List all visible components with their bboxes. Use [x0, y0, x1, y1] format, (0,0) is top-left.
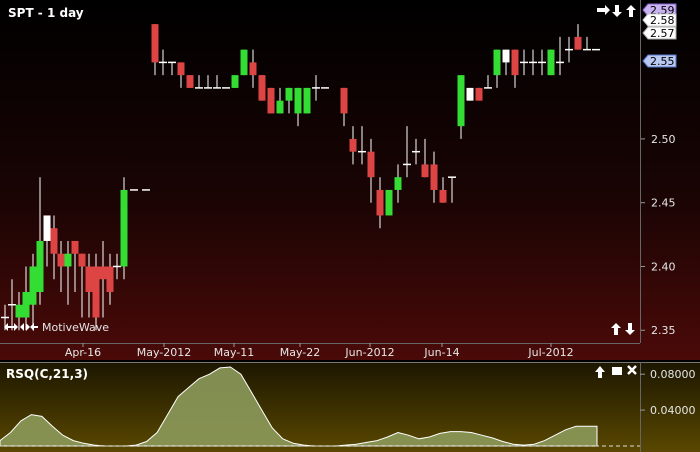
indicator-label: RSQ(C,21,3): [6, 367, 88, 381]
price-badge: 2.55: [642, 54, 677, 68]
price-badge-label: 2.55: [650, 55, 675, 68]
candle: [385, 189, 393, 216]
price-tick-label: 2.35: [651, 324, 676, 337]
rsq-tick-label: 0.04000: [650, 404, 696, 417]
candle: [258, 75, 266, 101]
time-tick-label: Jun-2012: [344, 346, 394, 359]
rsq-indicator-panel[interactable]: RSQ(C,21,3) 0.080000.040000.02192: [0, 362, 700, 452]
price-tick-label: 2.40: [651, 260, 676, 273]
time-tick-label: Jul-2012: [527, 346, 573, 359]
price-badge: 2.57: [642, 26, 677, 40]
price-chart[interactable]: SPT - 1 day 2.35 2.40 2.45 2.50 Apr-16 May-2…: [0, 0, 700, 360]
price-badge: 2.58: [642, 13, 677, 27]
candle: [186, 75, 194, 88]
rsq-tick-label: 0.08000: [650, 368, 696, 381]
chart-window: SPT - 1 day 2.35 2.40 2.45 2.50 Apr-16 May-2…: [0, 0, 700, 452]
time-tick-label: Jun-14: [423, 346, 459, 359]
symbol-title: SPT - 1 day: [8, 6, 84, 20]
candle: [240, 49, 248, 76]
price-tick-label: 2.50: [651, 133, 676, 146]
candle: [475, 87, 483, 101]
candle: [120, 177, 128, 280]
time-tick-label: May-22: [280, 346, 321, 359]
maximize-icon[interactable]: [612, 367, 622, 375]
time-tick-label: May-2012: [137, 346, 192, 359]
price-tick-label: 2.45: [651, 197, 676, 210]
candle: [303, 87, 311, 114]
candle: [547, 49, 555, 76]
time-tick-label: Apr-16: [65, 346, 101, 359]
brand-label: MotiveWave: [42, 321, 109, 334]
candle: [466, 87, 474, 101]
price-badge-label: 2.58: [650, 14, 675, 27]
candle: [267, 87, 275, 114]
time-tick-label: May-11: [214, 346, 255, 359]
price-badge-label: 2.57: [650, 27, 675, 40]
candle: [231, 75, 239, 88]
